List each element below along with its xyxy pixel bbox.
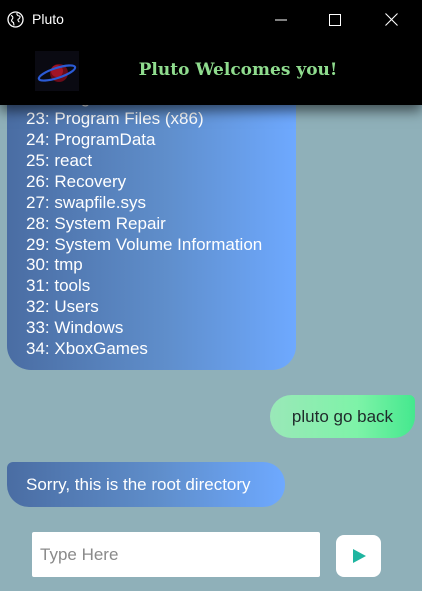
directory-entry: 25: react [26,150,93,170]
directory-entry: 27: swapfile.sys [26,192,146,212]
message-input[interactable] [32,532,320,577]
bot-message-directory-listing: 22: Program Files23: Program Files (x86)… [7,79,296,370]
window-title: Pluto [32,11,64,27]
directory-entry: 34: XboxGames [26,339,148,359]
bot-message-reply: Sorry, this is the root directory [7,462,285,507]
app-window: Pluto Pluto Welcomes you! 23: Program Fi… [0,0,422,591]
title-bar: Pluto [0,0,422,39]
directory-entry: 33: Windows [26,318,124,338]
directory-entry: 31: tools [26,276,91,296]
maximize-button[interactable] [312,0,358,39]
directory-entry: 30: tmp [26,255,83,275]
send-icon [352,549,366,563]
minimize-button[interactable] [258,0,304,39]
directory-entry: 26: Recovery [26,171,127,191]
bot-reply-text: Sorry, this is the root directory [26,474,251,494]
directory-list: 22: Program Files23: Program Files (x86)… [26,88,262,360]
directory-entry: 23: Program Files (x86) [26,109,204,129]
directory-entry: 29: System Volume Information [26,234,263,254]
welcome-title: Pluto Welcomes you! [138,60,338,80]
chat-area[interactable]: 22: Program Files23: Program Files (x86)… [0,39,422,591]
minimize-icon [275,19,287,20]
close-icon [384,13,398,26]
globe-icon [7,11,24,28]
user-message: pluto go back [270,395,415,438]
directory-entry: 24: ProgramData [26,130,156,150]
close-button[interactable] [368,0,414,39]
directory-entry: 28: System Repair [26,213,166,233]
app-header: Pluto Welcomes you! [0,39,422,105]
directory-entry: 32: Users [26,297,99,317]
send-button[interactable] [336,535,381,577]
maximize-icon [329,13,341,26]
pluto-logo [35,51,79,91]
